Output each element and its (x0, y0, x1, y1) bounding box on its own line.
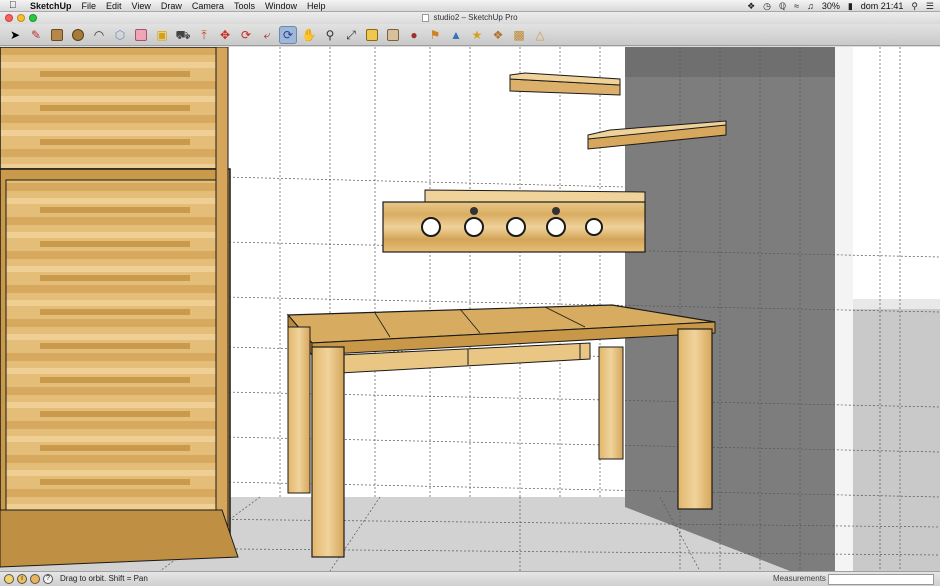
menu-file[interactable]: File (77, 0, 102, 12)
menu-camera[interactable]: Camera (187, 0, 229, 12)
move-icon[interactable]: ✥ (216, 26, 234, 44)
battery-icon[interactable]: ▮ (848, 0, 853, 12)
arc-icon[interactable]: ◠ (90, 26, 108, 44)
model-viewport[interactable] (0, 47, 940, 571)
orbit-icon[interactable]: ⟳ (279, 25, 297, 44)
zoom-icon[interactable]: ⚲ (321, 26, 339, 44)
pan-hand-icon[interactable]: ✋ (300, 26, 318, 44)
eraser-icon[interactable] (132, 26, 150, 44)
tape-measure-icon[interactable]: ▣ (153, 26, 171, 44)
bluetooth-icon[interactable]: ℚ (779, 0, 786, 12)
zoom-window-button[interactable] (29, 14, 37, 22)
time-machine-icon[interactable]: ◷ (763, 0, 771, 12)
iso-view-icon[interactable]: △ (531, 26, 549, 44)
help-icon[interactable]: ? (43, 574, 53, 584)
traffic-lights (5, 14, 37, 22)
dropbox-icon[interactable]: ❖ (747, 0, 755, 12)
components-browser-icon[interactable]: ❖ (489, 26, 507, 44)
follow-me-icon[interactable]: ⤶ (258, 26, 276, 44)
window-opening (853, 47, 940, 305)
rectangle-icon[interactable] (48, 26, 66, 44)
document-icon (422, 14, 430, 22)
measurements-input[interactable] (828, 574, 934, 585)
measurements-label: Measurements (773, 574, 826, 583)
menu-draw[interactable]: Draw (156, 0, 187, 12)
wardrobe (0, 47, 239, 568)
menu-bar:  SketchUp File Edit View Draw Camera To… (0, 0, 940, 12)
warehouse-icon[interactable] (384, 26, 402, 44)
layout-icon[interactable]: ★ (468, 26, 486, 44)
model-scene (0, 47, 940, 571)
close-window-button[interactable] (5, 14, 13, 22)
pencil-icon[interactable]: ✎ (27, 26, 45, 44)
menu-view[interactable]: View (127, 0, 156, 12)
battery-percent[interactable]: 30% (822, 0, 840, 12)
previous-view-icon[interactable] (363, 26, 381, 44)
status-hint: Drag to orbit. Shift = Pan (60, 574, 148, 583)
extension-warehouse-icon[interactable]: ▲ (447, 26, 465, 44)
back-wall (225, 47, 625, 497)
window-title: studio2 – SketchUp Pro (422, 12, 518, 24)
rotate-icon[interactable]: ⟳ (237, 26, 255, 44)
wifi-icon[interactable]: ≈ (794, 0, 799, 12)
apple-logo-icon[interactable]:  (9, 0, 17, 12)
volume-icon[interactable]: ♫ (807, 0, 814, 12)
styles-icon[interactable]: ▩ (510, 26, 528, 44)
main-toolbar: ➤ ✎ ◠ ⬡ ▣ ⛟ ⤒ ✥ ⟳ ⤶ ⟳ ✋ ⚲ ⤢ ● ⚑ ▲ ★ ❖ ▩ … (0, 24, 940, 46)
menu-window[interactable]: Window (260, 0, 302, 12)
lower-wall (853, 309, 940, 571)
user-icon[interactable] (30, 574, 40, 584)
menu-app-name[interactable]: SketchUp (30, 0, 77, 12)
menu-tools[interactable]: Tools (229, 0, 260, 12)
menu-clock[interactable]: dom 21:41 (861, 0, 904, 12)
window-title-bar: studio2 – SketchUp Pro (0, 12, 940, 24)
menu-list: SketchUp File Edit View Draw Camera Tool… (30, 0, 330, 12)
menu-edit[interactable]: Edit (101, 0, 127, 12)
circle-icon[interactable] (69, 26, 87, 44)
window-sill (853, 299, 940, 309)
spotlight-search-icon[interactable]: ⚲ (911, 0, 918, 12)
get-models-icon[interactable]: ⚑ (426, 26, 444, 44)
side-wall-top (625, 47, 835, 77)
window-title-text: studio2 – SketchUp Pro (433, 13, 518, 22)
minimize-window-button[interactable] (17, 14, 25, 22)
arrow-select-icon[interactable]: ➤ (6, 26, 24, 44)
component-icon[interactable]: ⬡ (111, 26, 129, 44)
status-bar: i ? Drag to orbit. Shift = Pan Measureme… (0, 571, 940, 586)
right-column (835, 47, 853, 571)
geo-location-icon[interactable] (4, 574, 14, 584)
notification-center-icon[interactable]: ☰ (926, 0, 934, 12)
share-model-icon[interactable]: ● (405, 26, 423, 44)
push-pull-icon[interactable]: ⤒ (195, 26, 213, 44)
menu-status-area: ❖ ◷ ℚ ≈ ♫ 30% ▮ dom 21:41 ⚲ ☰ (747, 0, 934, 12)
menu-help[interactable]: Help (302, 0, 331, 12)
zoom-extents-icon[interactable]: ⤢ (342, 26, 360, 44)
status-icons: i ? (4, 574, 53, 584)
paint-bucket-icon[interactable]: ⛟ (174, 26, 192, 44)
credits-icon[interactable]: i (17, 574, 27, 584)
